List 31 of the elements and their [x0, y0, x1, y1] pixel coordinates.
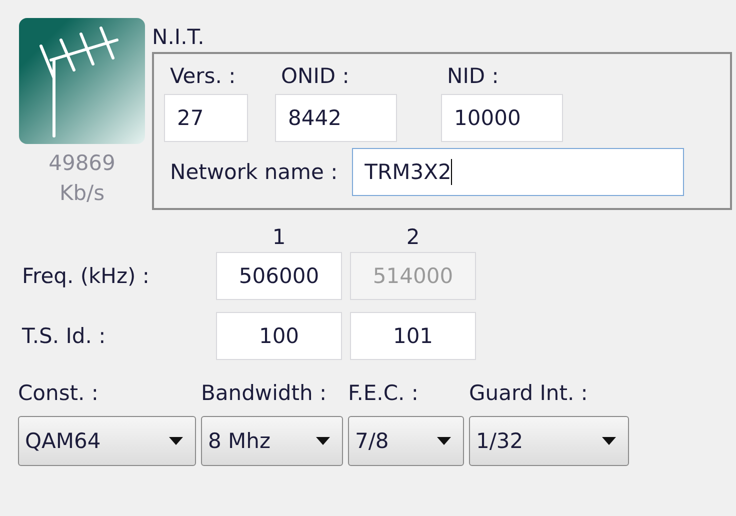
dropdown-label: F.E.C. :: [348, 380, 420, 407]
field-label: ONID :: [280, 63, 350, 90]
caret-icon: [316, 437, 330, 445]
bitrate-unit: Kb/s: [59, 180, 105, 207]
dropdown-label: Const. :: [18, 380, 100, 407]
column-header: 1: [271, 224, 287, 251]
input-field[interactable]: TRM3X2: [352, 148, 684, 196]
dropdown-label: Bandwidth :: [201, 380, 328, 407]
row-label: T.S. Id. :: [21, 324, 107, 348]
row-label: Freq. (kHz) :: [21, 264, 150, 288]
caret-icon: [437, 437, 451, 445]
field-label: NID :: [446, 63, 500, 90]
caret-icon: [169, 437, 183, 445]
input-field[interactable]: 506000: [216, 252, 342, 300]
antenna-icon: [19, 18, 145, 144]
input-field[interactable]: 100: [216, 312, 342, 360]
bitrate-value: 49869: [48, 150, 116, 177]
dropdown-label: Guard Int. :: [469, 380, 589, 407]
column-header: 2: [405, 224, 421, 251]
input-field[interactable]: 101: [350, 312, 476, 360]
input-field[interactable]: 10000: [441, 94, 563, 142]
input-field[interactable]: 27: [164, 94, 248, 142]
dropdown[interactable]: 7/8: [348, 416, 464, 466]
group-title: N.I.T.: [152, 24, 206, 51]
dropdown[interactable]: 8 Mhz: [201, 416, 343, 466]
dropdown[interactable]: 1/32: [469, 416, 629, 466]
dropdown[interactable]: QAM64: [18, 416, 196, 466]
field-label: Network name :: [170, 160, 338, 184]
field-label: Vers. :: [169, 63, 237, 90]
caret-icon: [602, 437, 616, 445]
input-field[interactable]: 8442: [275, 94, 397, 142]
